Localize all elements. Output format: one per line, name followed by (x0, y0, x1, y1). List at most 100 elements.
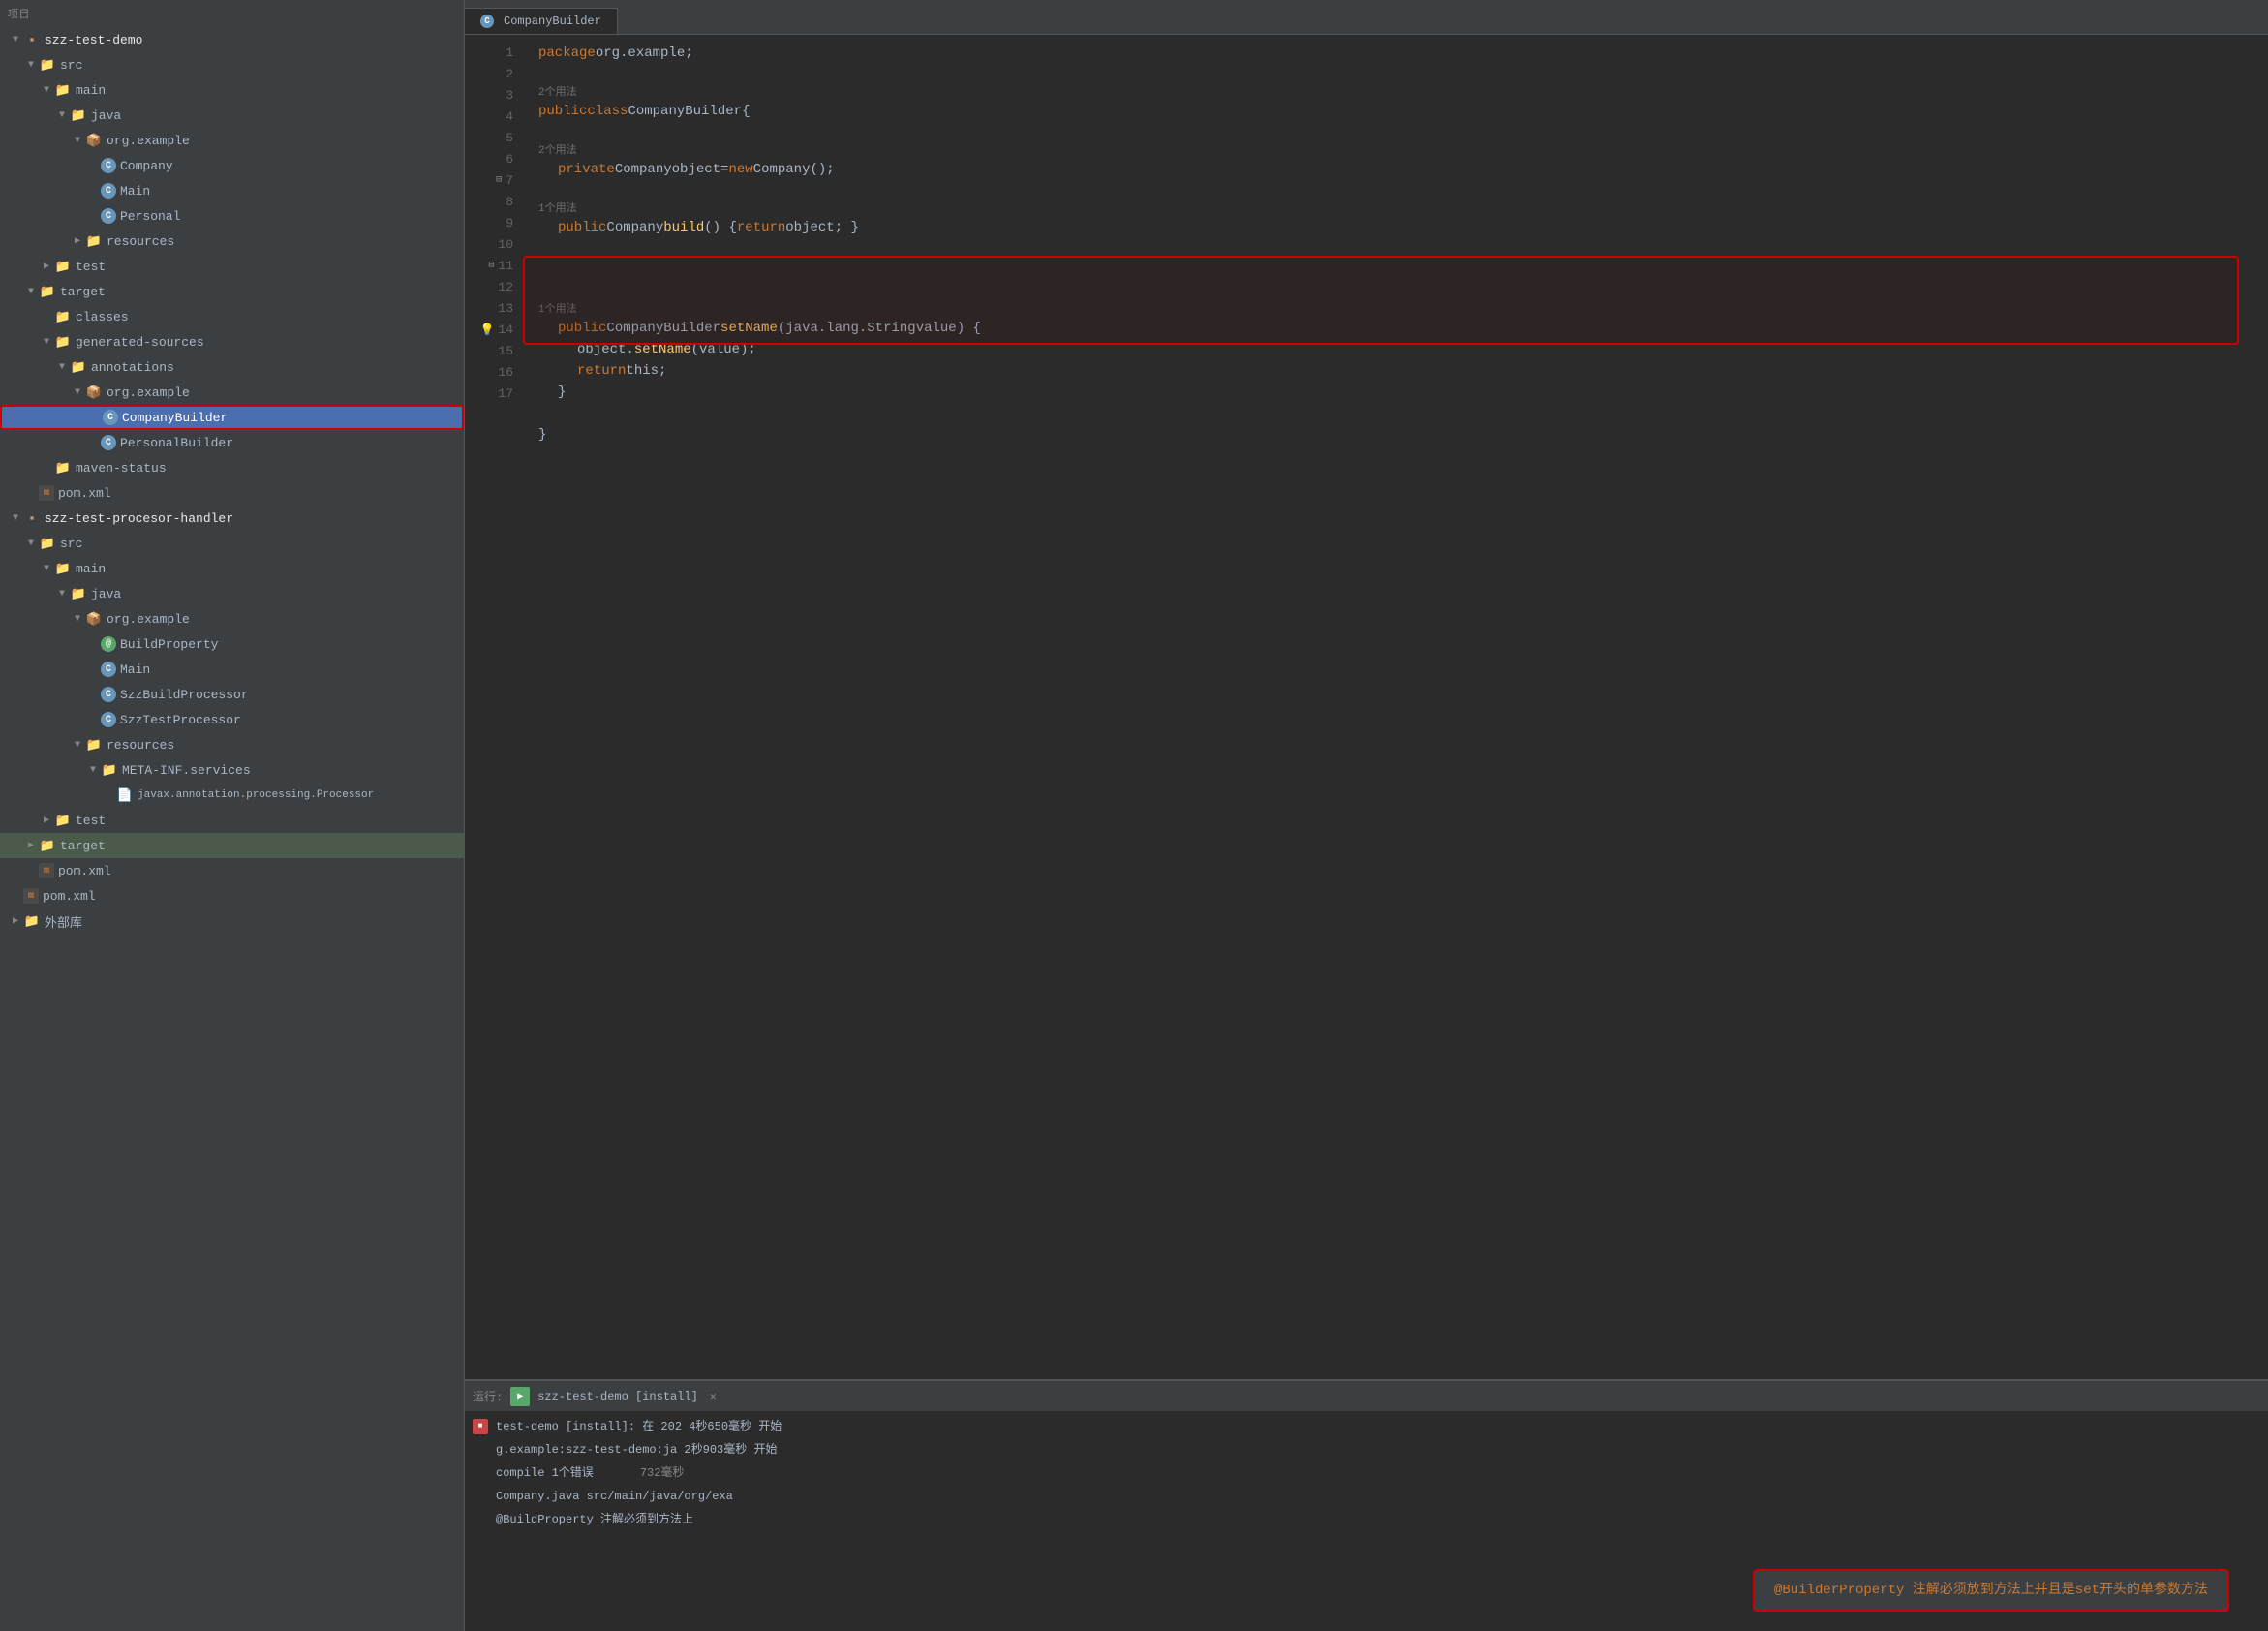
lightbulb-icon[interactable]: 💡 (479, 320, 494, 341)
project-label: szz-test-demo (45, 33, 142, 47)
tree-item-build-property[interactable]: @ BuildProperty (0, 631, 464, 657)
folder-icon: 📁 (39, 285, 56, 298)
folder-icon: 📁 (54, 562, 72, 575)
editor-tab-company-builder[interactable]: C CompanyBuilder (465, 8, 618, 34)
tree-item-personal[interactable]: C Personal (0, 203, 464, 229)
class-icon: C (101, 183, 116, 199)
close-run-tab[interactable]: ✕ (710, 1390, 717, 1403)
fold-icon[interactable]: ⊟ (496, 170, 502, 192)
item-label: target (60, 285, 106, 299)
tree-item-src2[interactable]: ▼ 📁 src (0, 531, 464, 556)
tree-item-personal-builder[interactable]: C PersonalBuilder (0, 430, 464, 455)
folder-icon: 📁 (101, 763, 118, 777)
run-output-line-3: compile 1个错误 732毫秒 (473, 1462, 2260, 1485)
method-name: setName (720, 318, 778, 339)
tree-item-pom-xml-root[interactable]: m pom.xml (0, 883, 464, 908)
code-content[interactable]: package org.example; 2个用法 public class C… (523, 35, 2268, 1379)
project-label: szz-test-procesor-handler (45, 511, 233, 526)
tree-item-resources[interactable]: ▶ 📁 resources (0, 229, 464, 254)
tree-item-company[interactable]: C Company (0, 153, 464, 178)
item-label: SzzTestProcessor (120, 713, 241, 727)
expand-arrow: ▼ (23, 287, 39, 297)
run-output-line-5: @BuildProperty 注解必须到方法上 (473, 1508, 2260, 1531)
run-output-line-4: Company.java src/main/java/org/exa (473, 1485, 2260, 1508)
tree-item-pom-xml-2[interactable]: m pom.xml (0, 858, 464, 883)
tree-item-external-libs[interactable]: ▶ 📁 外部库 (0, 908, 464, 934)
expand-arrow: ▼ (70, 740, 85, 751)
item-label: org.example (107, 134, 190, 148)
tree-item-maven-status[interactable]: 📁 maven-status (0, 455, 464, 480)
package-icon: 📦 (85, 612, 103, 626)
expand-arrow: ▼ (70, 387, 85, 398)
tree-item-main2[interactable]: ▼ 📁 main (0, 556, 464, 581)
tree-item-annotations[interactable]: ▼ 📁 annotations (0, 354, 464, 380)
item-label: resources (107, 738, 174, 753)
code-line-10 (538, 281, 2268, 302)
run-tab-label[interactable]: szz-test-demo [install] (537, 1390, 698, 1403)
tree-item-org-example-target[interactable]: ▼ 📦 org.example (0, 380, 464, 405)
tree-item-meta-inf[interactable]: ▼ 📁 META-INF.services (0, 757, 464, 783)
param-type: java.lang.String (785, 318, 915, 339)
tree-item-szz-build-processor[interactable]: C SzzBuildProcessor (0, 682, 464, 707)
item-label: java (91, 587, 121, 601)
tree-item-classes[interactable]: 📁 classes (0, 304, 464, 329)
class-icon: C (480, 15, 494, 28)
semicolon: ; (685, 43, 692, 64)
tree-item-company-builder[interactable]: C CompanyBuilder (0, 405, 464, 430)
tree-item-procesor-handler[interactable]: ▼ ▪ szz-test-procesor-handler (0, 506, 464, 531)
type: Company (606, 217, 663, 238)
line-numbers: 1 2 3 4 5 6 ⊟7 8 9 10 ⊟11 12 13 (465, 35, 523, 1379)
stop-button[interactable]: ■ (473, 1419, 488, 1434)
code-line-8 (538, 238, 2268, 260)
class-icon: C (101, 208, 116, 224)
obj: object. (577, 339, 634, 360)
tree-item-pom-xml-1[interactable]: m pom.xml (0, 480, 464, 506)
eq: = (720, 159, 728, 180)
tree-item-resources2[interactable]: ▼ 📁 resources (0, 732, 464, 757)
tree-item-main-class[interactable]: C Main (0, 178, 464, 203)
project-header: 项目 (0, 0, 464, 27)
tree-item-javax-processor[interactable]: 📄 javax.annotation.processing.Processor (0, 783, 464, 808)
varname: object (672, 159, 720, 180)
tree-item-main[interactable]: ▼ 📁 main (0, 77, 464, 103)
expand-arrow: ▶ (39, 261, 54, 272)
tree-item-org-example[interactable]: ▼ 📦 org.example (0, 128, 464, 153)
item-label: annotations (91, 360, 174, 375)
class-icon: C (101, 687, 116, 702)
tree-item-test[interactable]: ▶ 📁 test (0, 254, 464, 279)
tree-item-main2-class[interactable]: C Main (0, 657, 464, 682)
tree-item-test2[interactable]: ▶ 📁 test (0, 808, 464, 833)
expand-arrow: ▼ (54, 589, 70, 600)
item-label: Company (120, 159, 173, 173)
item-label: javax.annotation.processing.Processor (138, 789, 374, 801)
tree-item-java[interactable]: ▼ 📁 java (0, 103, 464, 128)
item-label: src (60, 537, 82, 551)
item-label: pom.xml (43, 889, 96, 904)
tree-item-generated-sources[interactable]: ▼ 📁 generated-sources (0, 329, 464, 354)
tree-item-target[interactable]: ▼ 📁 target (0, 279, 464, 304)
run-time-3: 732毫秒 (640, 1463, 685, 1483)
item-label: resources (107, 234, 174, 249)
tree-item-org-example3[interactable]: ▼ 📦 org.example (0, 606, 464, 631)
expand-arrow: ▶ (23, 840, 39, 851)
expand-arrow: ▼ (70, 136, 85, 146)
run-text-5: @BuildProperty 注解必须到方法上 (496, 1510, 693, 1529)
tree-item-src[interactable]: ▼ 📁 src (0, 52, 464, 77)
run-button[interactable]: ▶ (510, 1387, 530, 1406)
package-icon: 📦 (85, 385, 103, 399)
bottom-content: ■ test-demo [install]: 在 202 4秒650毫秒 开始 … (465, 1411, 2268, 1631)
tree-item-szz-test-demo[interactable]: ▼ ▪ szz-test-demo (0, 27, 464, 52)
item-label: java (91, 108, 121, 123)
code-line-12: object.setName(value); (538, 339, 2268, 360)
tree-item-java2[interactable]: ▼ 📁 java (0, 581, 464, 606)
tree-item-target2[interactable]: ▶ 📁 target (0, 833, 464, 858)
hint-3: 2个用法 (538, 85, 2268, 101)
fold-icon-11[interactable]: ⊟ (488, 256, 494, 277)
project-icon: ▪ (23, 511, 41, 525)
item-label: classes (76, 310, 129, 324)
folder-icon: 📁 (39, 537, 56, 550)
expand-arrow: ▼ (54, 362, 70, 373)
run-text-1: test-demo [install]: 在 202 4秒650毫秒 开始 (496, 1417, 782, 1436)
expand-arrow: ▼ (85, 765, 101, 776)
tree-item-szz-test-processor[interactable]: C SzzTestProcessor (0, 707, 464, 732)
